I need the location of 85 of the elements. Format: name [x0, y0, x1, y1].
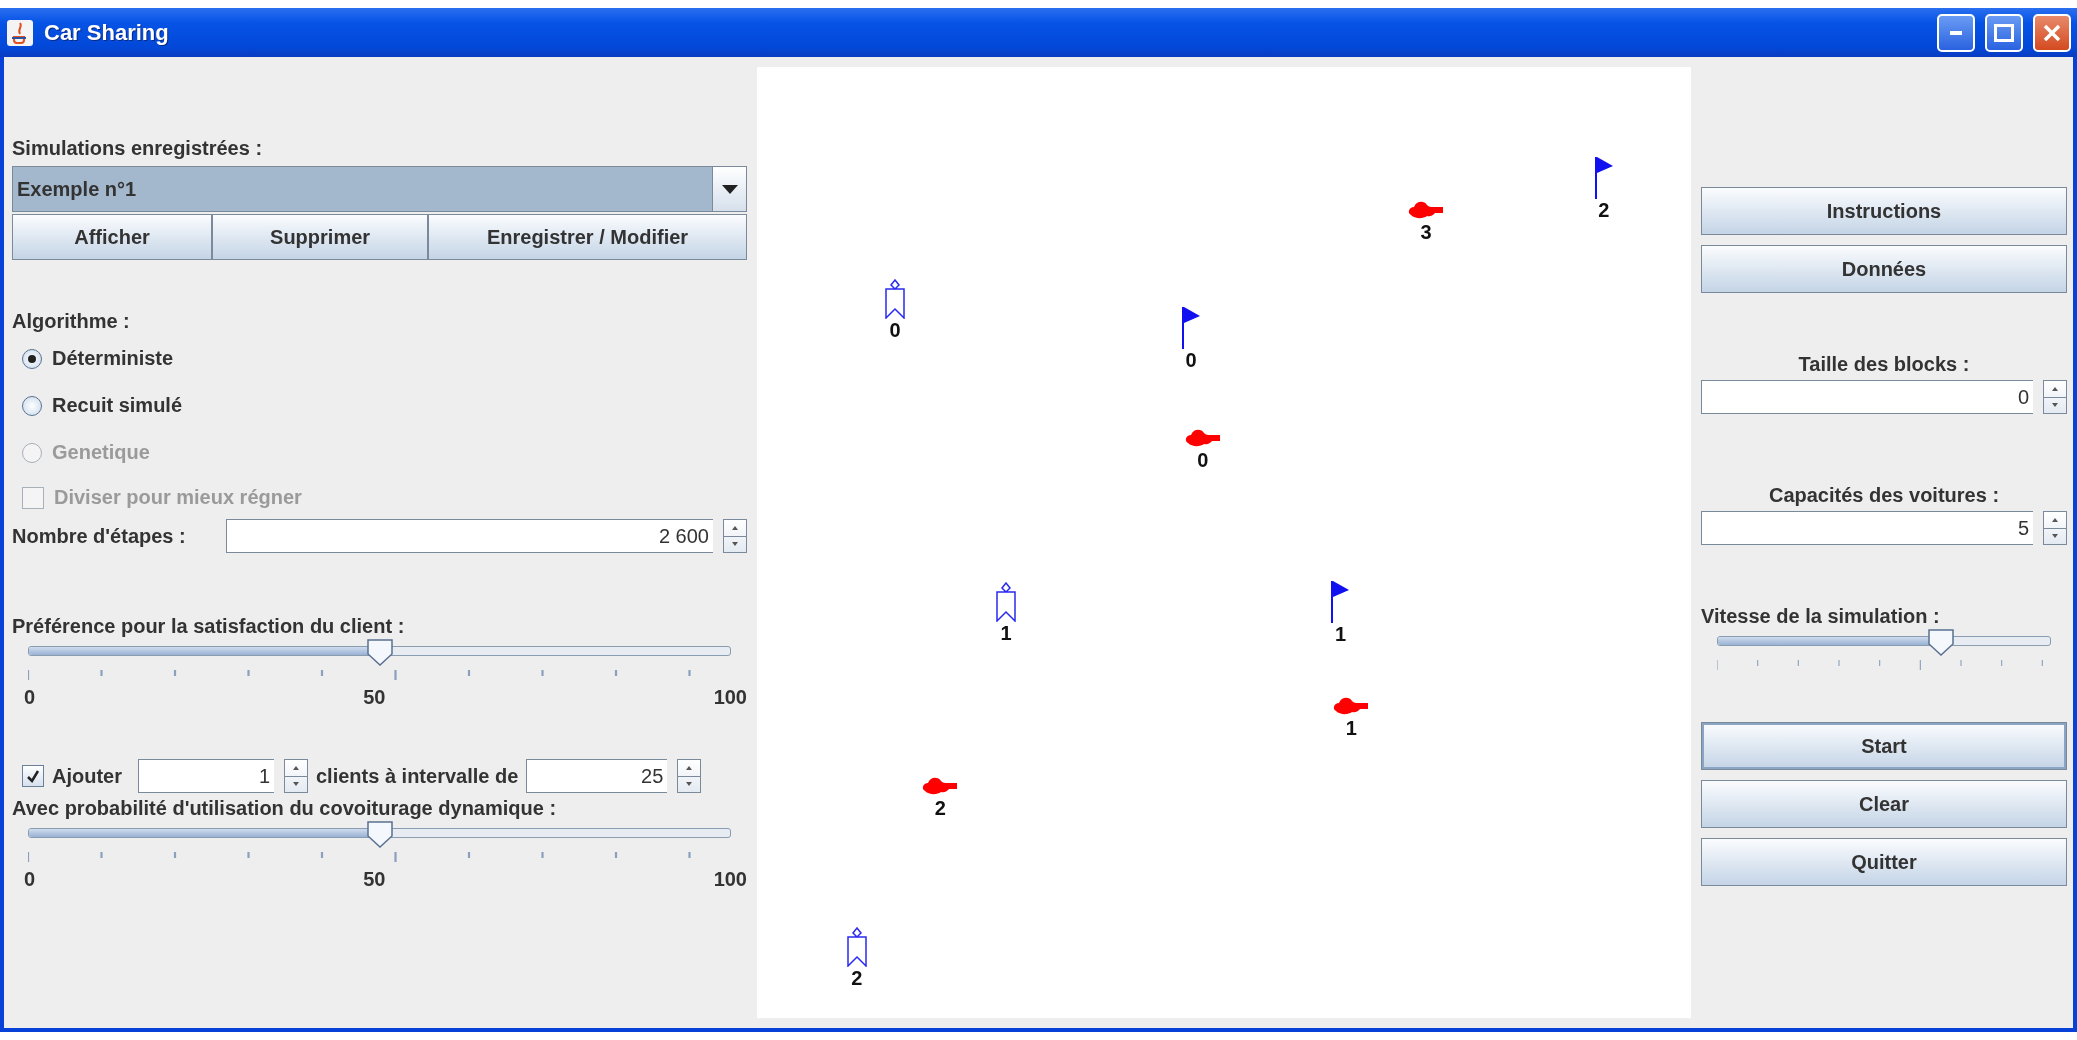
up-arrow-icon: [2052, 517, 2058, 522]
dropdown-button[interactable]: [712, 167, 746, 211]
check-icon: [26, 769, 40, 783]
up-arrow-icon: [2052, 386, 2058, 391]
tick-label: 50: [363, 868, 386, 891]
option-label: Ajouter: [52, 764, 122, 788]
down-arrow-icon: [2052, 403, 2058, 408]
action-button[interactable]: Afficher: [12, 214, 213, 260]
flag-icon: [1330, 580, 1351, 623]
tag-icon: [884, 279, 906, 320]
slider[interactable]: [1717, 628, 2051, 656]
simulation-dropdown[interactable]: Exemple n°1: [12, 166, 747, 212]
number-field[interactable]: 2 600: [225, 519, 713, 553]
field-label: Capacités des voitures :: [1768, 484, 2000, 507]
flag-icon: [1593, 157, 1614, 200]
spin-buttons[interactable]: [723, 519, 747, 553]
number-field[interactable]: 25: [526, 759, 668, 793]
down-arrow-icon: [2052, 534, 2058, 539]
marker-label: 1: [1345, 717, 1357, 738]
control-button[interactable]: Start: [1701, 722, 2067, 770]
tag-icon: [845, 926, 868, 967]
minimize-icon: [1950, 30, 1962, 35]
checkbox[interactable]: [22, 765, 44, 787]
field-label: Avec probabilité d'utilisation du covoiturage dynamique :: [12, 797, 557, 820]
marker-label: 1: [1000, 623, 1012, 644]
field-label: Préférence pour la satisfaction du client :: [12, 615, 405, 638]
marker-label: 0: [1197, 450, 1209, 471]
maximize-button[interactable]: [1985, 13, 2023, 52]
option-label: Genetique: [52, 441, 150, 464]
tick-label: 0: [24, 868, 36, 891]
down-arrow-icon: [686, 782, 693, 787]
field-label: Nombre d'étapes :: [12, 524, 186, 548]
marker-label: 2: [934, 797, 946, 818]
field-label: Vitesse de la simulation :: [1701, 605, 1940, 628]
maximize-icon: [1994, 23, 2014, 42]
coffee-cup-icon: [6, 18, 34, 47]
slider-thumb[interactable]: [1926, 628, 1955, 656]
up-arrow-icon: [732, 525, 738, 530]
marker-label: 0: [889, 320, 901, 341]
spin-buttons[interactable]: [677, 759, 702, 793]
marker-label: 2: [851, 967, 863, 988]
marker-label: 2: [1598, 200, 1610, 221]
minimize-button[interactable]: [1937, 13, 1975, 52]
slider[interactable]: [28, 820, 731, 848]
slider-thumb[interactable]: [365, 638, 394, 666]
tick-label: 0: [24, 686, 36, 709]
number-field[interactable]: 0: [1701, 380, 2033, 414]
option-label: Recuit simulé: [52, 394, 183, 417]
marker-label: 3: [1420, 222, 1432, 243]
tick-label: 50: [363, 686, 386, 709]
caret-icon: [721, 184, 738, 194]
spin-buttons[interactable]: [284, 759, 308, 793]
side-button[interactable]: Données: [1701, 245, 2067, 293]
down-arrow-icon: [732, 542, 738, 547]
option-label: Déterministe: [52, 347, 174, 370]
control-button[interactable]: Clear: [1701, 780, 2067, 828]
flag-icon: [1181, 306, 1202, 349]
action-button[interactable]: Enregistrer / Modifier: [428, 214, 747, 260]
tick-label: 100: [713, 686, 747, 709]
up-arrow-icon: [686, 765, 693, 770]
field-label: Taille des blocks :: [1798, 353, 1970, 376]
number-field[interactable]: 1: [138, 759, 274, 793]
option-label: Diviser pour mieux régner: [54, 486, 302, 509]
action-button[interactable]: Supprimer: [212, 214, 429, 260]
close-button[interactable]: [2033, 13, 2071, 52]
option-label: clients à intervalle de: [316, 764, 519, 788]
slider[interactable]: [28, 638, 731, 666]
spin-buttons[interactable]: [2043, 511, 2067, 545]
marker-label: 0: [1185, 349, 1197, 370]
number-field[interactable]: 5: [1701, 511, 2033, 545]
control-button[interactable]: Quitter: [1701, 838, 2067, 886]
up-arrow-icon: [293, 765, 299, 770]
tick-label: 100: [713, 868, 747, 891]
field-label: Simulations enregistrées :: [12, 137, 263, 160]
radio-button[interactable]: [22, 395, 42, 416]
slider-thumb[interactable]: [365, 820, 394, 848]
tag-icon: [995, 582, 1018, 623]
section-label: Algorithme :: [12, 310, 130, 333]
window-title: Car Sharing: [44, 19, 170, 46]
down-arrow-icon: [293, 782, 299, 787]
side-button[interactable]: Instructions: [1701, 187, 2067, 235]
spin-buttons[interactable]: [2043, 380, 2067, 414]
marker-label: 1: [1334, 623, 1347, 644]
radio-button[interactable]: [22, 348, 42, 369]
close-icon: [2042, 22, 2062, 43]
